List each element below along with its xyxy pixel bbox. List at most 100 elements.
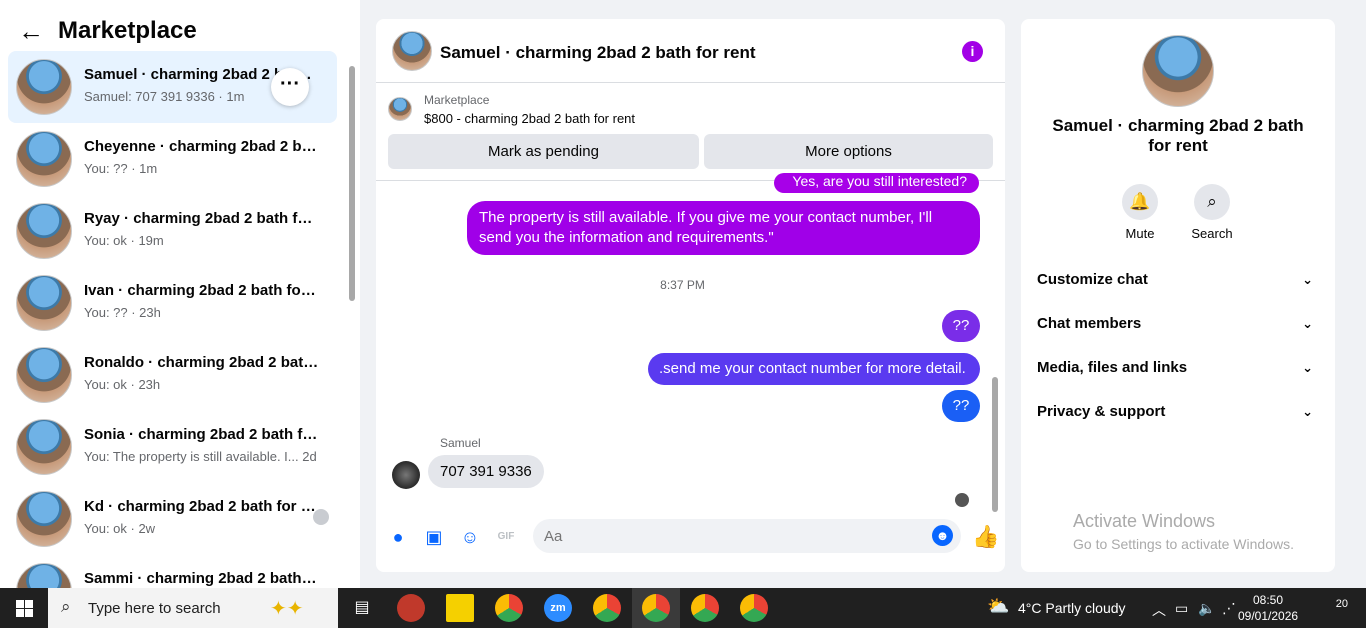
details-name: Samuel · charming 2bad 2 bath for rent — [1052, 116, 1304, 155]
notification-badge[interactable]: 20 — [1326, 598, 1348, 618]
conversation-name: Ivan · charming 2bad 2 bath for rent — [84, 282, 320, 299]
chevron-down-icon: ⌄ — [1302, 404, 1313, 419]
listing-thumbnail — [16, 419, 72, 475]
conversation-preview: You: ok · 23h — [84, 377, 161, 392]
conversation-item-cheyenne[interactable]: Cheyenne · charming 2bad 2 bath for rent… — [8, 123, 337, 195]
taskbar-search-placeholder: Type here to search — [88, 600, 221, 617]
listing-title[interactable]: $800 - charming 2bad 2 bath for rent — [424, 111, 635, 126]
start-button[interactable] — [0, 588, 48, 628]
listing-thumbnail — [16, 203, 72, 259]
sticker-icon[interactable]: ☺ — [460, 527, 480, 547]
conversation-item-sammi[interactable]: Sammi · charming 2bad 2 bath for rent — [8, 555, 337, 588]
app-icon[interactable] — [397, 594, 425, 622]
sent-message: .send me your contact number for more de… — [648, 353, 980, 385]
sent-message: Yes, are you still interested? — [774, 173, 979, 193]
windows-logo-icon — [25, 600, 33, 608]
activation-watermark-title: Activate Windows — [1073, 511, 1216, 531]
chrome-icon[interactable] — [691, 594, 719, 622]
conversation-item-ivan[interactable]: Ivan · charming 2bad 2 bath for rent You… — [8, 267, 337, 339]
conversation-name: Cheyenne · charming 2bad 2 bath for rent — [84, 138, 320, 155]
mute-label: Mute — [1125, 226, 1155, 241]
read-receipt-avatar — [955, 493, 969, 507]
scrollbar-thumb[interactable] — [992, 377, 998, 512]
search-label: Search — [1191, 226, 1233, 241]
gif-icon[interactable]: GIF — [496, 527, 516, 547]
conversation-item-sonia[interactable]: Sonia · charming 2bad 2 bath for rent Yo… — [8, 411, 337, 483]
chat-panel: Samuel · charming 2bad 2 bath for rent i… — [376, 19, 1005, 572]
sparkle-icon: ✦✦ — [270, 598, 304, 620]
windows-logo-icon — [25, 609, 33, 617]
seen-avatar-icon — [313, 509, 329, 525]
sticky-notes-icon[interactable] — [446, 594, 474, 622]
chevron-down-icon: ⌄ — [1302, 316, 1313, 331]
bell-icon[interactable]: 🔔 — [1122, 184, 1158, 220]
volume-icon[interactable]: 🔈 — [1198, 600, 1215, 617]
windows-logo-icon — [16, 600, 24, 608]
more-options-button[interactable]: More options — [704, 134, 993, 169]
chevron-up-icon[interactable]: ︿ — [1152, 600, 1166, 620]
zoom-icon[interactable]: zm — [544, 594, 572, 622]
photo-icon[interactable]: ▣ — [424, 527, 444, 547]
listing-thumbnail — [388, 97, 412, 121]
conversation-item-kd[interactable]: Kd · charming 2bad 2 bath for rent You: … — [8, 483, 337, 555]
customize-chat-row[interactable]: Customize chat ⌄ — [1037, 262, 1319, 298]
search-icon[interactable]: ⌕ — [1194, 184, 1230, 220]
sender-avatar — [392, 461, 420, 489]
conversation-item-ryay[interactable]: Ryay · charming 2bad 2 bath for rent You… — [8, 195, 337, 267]
media-files-links-row[interactable]: Media, files and links ⌄ — [1037, 350, 1319, 386]
taskbar-search[interactable]: ⌕ Type here to search ✦✦ — [48, 588, 338, 628]
clock-date: 09/01/2026 — [1238, 609, 1299, 623]
chrome-icon[interactable] — [642, 594, 670, 622]
conversation-name: Ronaldo · charming 2bad 2 bath for rent — [84, 354, 320, 371]
scrollbar-thumb[interactable] — [349, 66, 355, 301]
weather-text[interactable]: 4°C Partly cloudy — [1018, 600, 1126, 616]
sidebar-title: Marketplace — [58, 17, 197, 44]
emoji-icon[interactable]: ☻ — [932, 525, 953, 546]
marketplace-label: Marketplace — [424, 93, 490, 107]
chrome-icon[interactable] — [495, 594, 523, 622]
sent-message: The property is still available. If you … — [467, 201, 980, 255]
conversation-item-ronaldo[interactable]: Ronaldo · charming 2bad 2 bath for rent … — [8, 339, 337, 411]
conversation-more-button[interactable]: ··· — [271, 68, 309, 106]
privacy-support-row[interactable]: Privacy & support ⌄ — [1037, 394, 1319, 430]
section-label: Privacy & support — [1037, 403, 1166, 420]
task-view-icon[interactable]: ▤ — [348, 594, 376, 622]
weather-icon[interactable]: ⛅ — [987, 596, 1009, 617]
conversation-name: Kd · charming 2bad 2 bath for rent — [84, 498, 320, 515]
thumbs-up-icon[interactable]: 👍 — [972, 524, 999, 550]
chevron-down-icon: ⌄ — [1302, 272, 1313, 287]
chrome-icon[interactable] — [740, 594, 768, 622]
mark-pending-button[interactable]: Mark as pending — [388, 134, 699, 169]
back-arrow-icon[interactable]: ← — [18, 16, 44, 47]
chat-title[interactable]: Samuel · charming 2bad 2 bath for rent — [440, 43, 756, 63]
taskbar-clock[interactable]: 08:50 09/01/2026 — [1238, 592, 1298, 624]
network-icon[interactable]: ⋰ — [1222, 600, 1236, 617]
clock-time: 08:50 — [1252, 593, 1284, 607]
chat-scrollbar[interactable] — [991, 197, 999, 517]
conversation-preview: You: The property is still available. I.… — [84, 449, 317, 464]
sender-name: Samuel — [440, 436, 481, 450]
section-label: Customize chat — [1037, 271, 1148, 288]
chrome-icon[interactable] — [593, 594, 621, 622]
received-message: 707 391 9336 — [428, 455, 544, 488]
marketplace-banner: Marketplace $800 - charming 2bad 2 bath … — [376, 83, 1005, 181]
conversation-item-samuel[interactable]: Samuel · charming 2bad 2 bath for rent S… — [8, 51, 337, 123]
battery-icon[interactable]: ▭ — [1175, 600, 1188, 617]
listing-thumbnail — [16, 131, 72, 187]
sidebar-scrollbar[interactable] — [347, 54, 357, 584]
section-label: Chat members — [1037, 315, 1142, 332]
conversation-name: Sonia · charming 2bad 2 bath for rent — [84, 426, 320, 443]
conversation-preview: You: ok · 2w — [84, 521, 156, 536]
info-icon[interactable]: i — [962, 41, 983, 62]
microphone-icon[interactable]: ● — [388, 527, 408, 547]
chat-avatar — [392, 31, 432, 71]
search-icon: ⌕ — [61, 597, 71, 616]
mute-action[interactable]: 🔔 Mute — [1110, 184, 1170, 241]
search-action[interactable]: ⌕ Search — [1182, 184, 1242, 241]
details-avatar — [1142, 35, 1214, 107]
chat-members-row[interactable]: Chat members ⌄ — [1037, 306, 1319, 342]
message-input[interactable] — [533, 519, 961, 553]
sent-message: ?? — [942, 310, 980, 342]
conversation-name: Sammi · charming 2bad 2 bath for rent — [84, 570, 320, 587]
listing-thumbnail — [16, 563, 72, 588]
